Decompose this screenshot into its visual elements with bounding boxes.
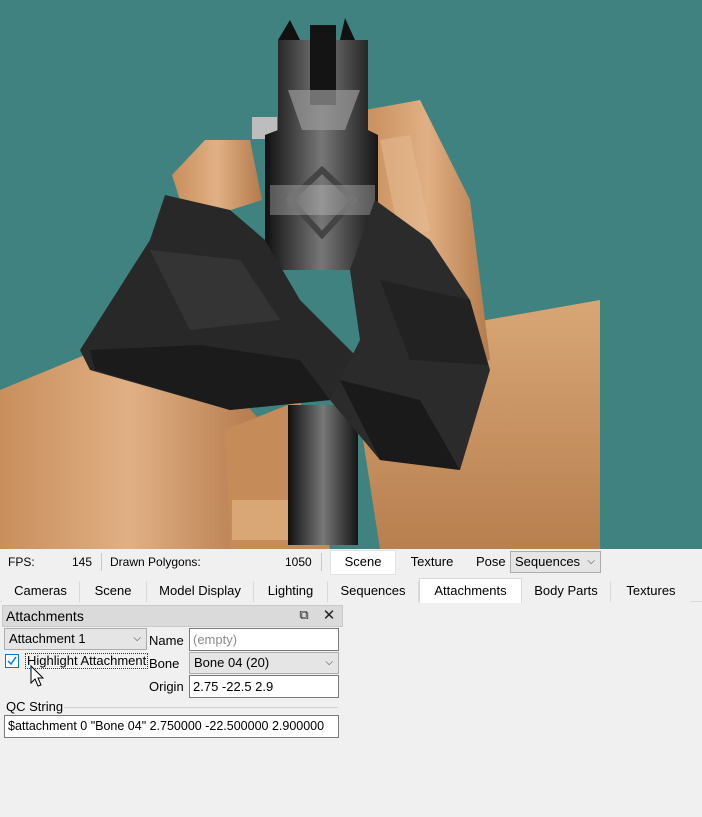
pose-label: Pose (476, 554, 506, 569)
dock-titlebar: Attachments ⧉ ✕ (2, 605, 343, 627)
tab-model-display[interactable]: Model Display (147, 581, 254, 602)
pose-select-value: Sequences (515, 554, 581, 569)
separator (321, 553, 322, 571)
status-bar: FPS: 145 Drawn Polygons: 1050 Scene Text… (0, 549, 702, 577)
attachments-dock: Attachments ⧉ ✕ Attachment 1 ⌵ Highlight… (0, 603, 343, 817)
tab-body-parts[interactable]: Body Parts (522, 581, 611, 602)
origin-label: Origin (149, 679, 184, 694)
tab-cameras[interactable]: Cameras (2, 581, 80, 602)
check-icon (7, 656, 17, 666)
tab-lighting[interactable]: Lighting (254, 581, 328, 602)
fps-label: FPS: (8, 555, 35, 569)
highlight-checkbox[interactable] (5, 654, 19, 668)
bone-label: Bone (149, 656, 180, 671)
origin-field[interactable]: 2.75 -22.5 2.9 (189, 675, 339, 698)
tab-strip: Cameras Scene Model Display Lighting Seq… (0, 578, 702, 603)
view-tab-texture[interactable]: Texture (397, 550, 467, 575)
tab-sequences[interactable]: Sequences (328, 581, 419, 602)
mouse-cursor-icon (30, 665, 45, 687)
separator (101, 553, 102, 571)
chevron-down-icon: ⌵ (133, 633, 141, 644)
bone-select-value: Bone 04 (20) (194, 655, 270, 670)
qc-string-field[interactable]: $attachment 0 "Bone 04" 2.750000 -22.500… (4, 715, 339, 738)
close-icon[interactable]: ✕ (320, 606, 338, 624)
float-icon[interactable]: ⧉ (295, 607, 313, 623)
attachment-select-value: Attachment 1 (9, 631, 86, 646)
tab-attachments[interactable]: Attachments (419, 578, 522, 603)
bone-select[interactable]: Bone 04 (20) ⌵ (189, 652, 339, 674)
polygons-value: 1050 (285, 555, 312, 569)
name-field[interactable]: (empty) (189, 628, 339, 651)
qc-string-label: QC String (6, 699, 64, 714)
view-tab-scene[interactable]: Scene (330, 550, 396, 575)
chevron-down-icon: ⌵ (325, 657, 333, 668)
polygons-label: Drawn Polygons: (110, 555, 201, 569)
tab-scene[interactable]: Scene (80, 581, 147, 602)
model-viewport[interactable] (0, 0, 702, 549)
group-divider (64, 707, 338, 708)
fps-value: 145 (72, 555, 93, 569)
attachment-select[interactable]: Attachment 1 ⌵ (4, 628, 147, 650)
pose-select[interactable]: Sequences ⌵ (510, 551, 601, 573)
chevron-down-icon: ⌵ (587, 556, 595, 567)
tab-textures[interactable]: Textures (611, 581, 691, 602)
dock-title: Attachments (6, 608, 84, 624)
name-label: Name (149, 633, 184, 648)
